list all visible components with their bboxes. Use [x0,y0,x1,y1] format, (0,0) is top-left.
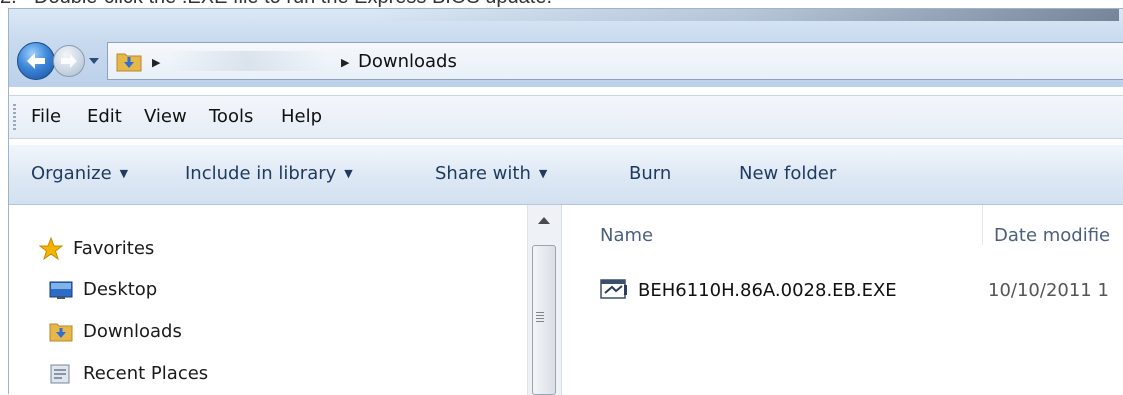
step-text: Double-click the .EXE file to run the Ex… [34,0,552,8]
forward-button[interactable] [53,45,85,77]
navigation-pane: Favorites Desktop Downloads Recent Place… [9,205,527,395]
explorer-window: ▶ ▶ Downloads File Edit View Tools Help … [8,8,1123,395]
command-bar: Organize ▼ Include in library ▼ Share with… [9,145,1123,205]
share-with-button[interactable]: Share with ▼ [435,163,547,184]
recent-places-icon [50,364,70,384]
include-in-library-button[interactable]: Include in library ▼ [185,163,353,184]
star-icon [39,237,63,261]
new-folder-button[interactable]: New folder [739,163,836,184]
burn-button[interactable]: Burn [629,163,671,184]
nav-downloads-label: Downloads [83,321,182,342]
chevron-down-icon: ▼ [119,167,129,180]
folder-download-icon [49,323,73,342]
nav-pane-scrollbar[interactable] [527,205,561,395]
breadcrumb-separator-icon[interactable]: ▶ [341,56,349,69]
installer-icon [600,279,627,299]
chevron-down-icon: ▼ [344,167,353,180]
back-arrow-icon [27,53,45,69]
file-row[interactable]: BEH6110H.86A.0028.EB.EXE 10/10/2011 1 [600,275,1123,307]
breadcrumb-separator-icon[interactable]: ▶ [152,56,160,69]
address-bar[interactable]: ▶ ▶ Downloads [107,42,1123,80]
menu-view[interactable]: View [144,106,187,127]
menu-help[interactable]: Help [281,106,322,127]
back-button[interactable] [17,42,55,80]
menu-tools[interactable]: Tools [209,106,253,127]
column-header-date-modified[interactable]: Date modifie [994,225,1110,246]
nav-desktop-label: Desktop [83,279,158,300]
column-divider[interactable] [982,205,983,245]
scroll-up-icon[interactable] [538,217,550,224]
recent-pages-dropdown-icon[interactable] [88,56,100,66]
menu-edit[interactable]: Edit [87,106,122,127]
forward-arrow-icon [61,54,77,68]
file-list: Name Date modifie BEH6110H.86A.0028.EB.E… [562,205,1123,395]
file-name: BEH6110H.86A.0028.EB.EXE [638,280,897,301]
menu-grip [13,104,16,130]
column-header-name[interactable]: Name [600,225,653,246]
organize-button[interactable]: Organize ▼ [31,163,128,184]
scrollbar-grip [536,312,544,322]
nav-recent-places-label: Recent Places [83,363,209,384]
folder-download-icon [116,53,142,72]
nav-favorites-label: Favorites [73,238,155,259]
menu-bar: File Edit View Tools Help [9,95,1123,139]
chevron-down-icon: ▼ [538,167,548,180]
breadcrumb-downloads[interactable]: Downloads [358,51,457,72]
file-date-modified: 10/10/2011 1 [988,280,1109,301]
menu-file[interactable]: File [31,106,61,127]
title-bar: ▶ ▶ Downloads [9,9,1123,87]
desktop-icon [49,281,73,299]
